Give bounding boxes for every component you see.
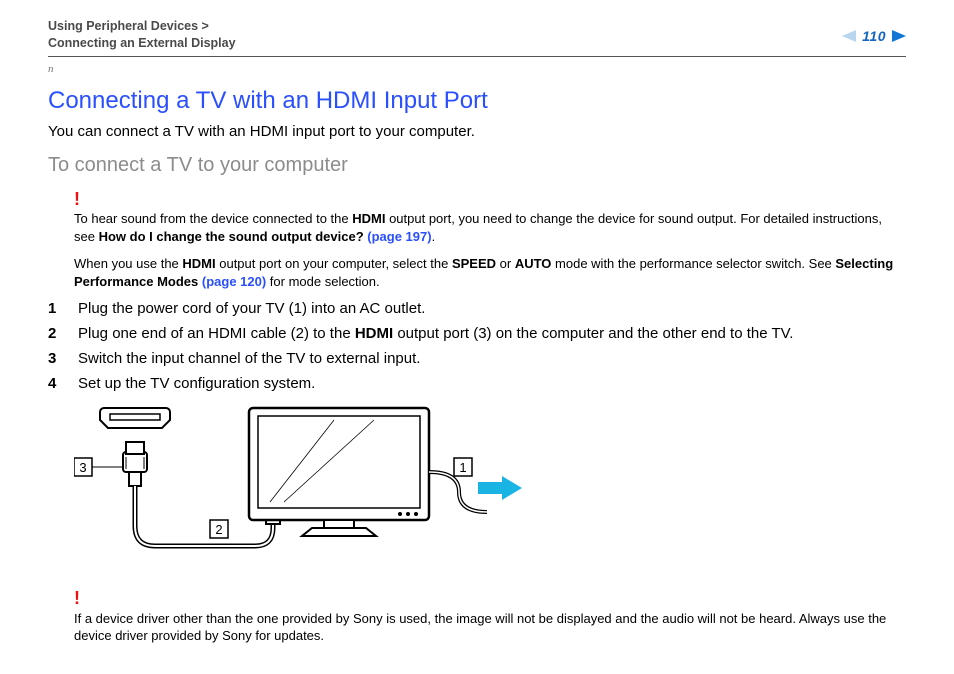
step-text: Plug one end of an HDMI cable (2) to the…	[78, 325, 793, 342]
step-number: 3	[48, 350, 62, 367]
section-subtitle: To connect a TV to your computer	[48, 154, 906, 177]
note1-text: To hear sound from the device connected …	[74, 211, 882, 244]
steps-list: 1 Plug the power cord of your TV (1) int…	[48, 300, 906, 392]
header-divider	[48, 56, 906, 57]
sound-output-note: ! To hear sound from the device connecte…	[74, 187, 906, 245]
driver-warning-note: ! If a device driver other than the one …	[74, 586, 906, 644]
callout-1: 1	[454, 458, 472, 476]
tv-icon	[249, 408, 429, 536]
breadcrumb-line2: Connecting an External Display	[48, 35, 236, 52]
breadcrumb-line1: Using Peripheral Devices >	[48, 18, 236, 35]
step-3: 3 Switch the input channel of the TV to …	[48, 350, 906, 367]
intro-text: You can connect a TV with an HDMI input …	[48, 123, 906, 140]
note3-text: If a device driver other than the one pr…	[74, 611, 886, 644]
page-content: Connecting a TV with an HDMI Input Port …	[0, 87, 954, 645]
power-arrow-icon	[478, 476, 522, 500]
next-page-arrow-icon[interactable]	[892, 30, 906, 42]
step-text: Plug the power cord of your TV (1) into …	[78, 300, 425, 317]
page-197-link[interactable]: (page 197)	[367, 229, 431, 244]
performance-mode-note: When you use the HDMI output port on you…	[74, 255, 906, 290]
hdmi-port-icon	[100, 408, 170, 428]
hdmi-plug-icon	[123, 442, 147, 486]
prev-page-arrow-icon[interactable]	[842, 30, 856, 42]
page-header: Using Peripheral Devices > Connecting an…	[0, 0, 954, 56]
n-marker: n	[48, 63, 906, 75]
page-120-link[interactable]: (page 120)	[202, 274, 266, 289]
connection-diagram: 3 2	[74, 402, 906, 582]
step-text: Set up the TV configuration system.	[78, 375, 315, 392]
page-nav: 110	[842, 18, 906, 44]
step-2: 2 Plug one end of an HDMI cable (2) to t…	[48, 325, 906, 342]
step-text: Switch the input channel of the TV to ex…	[78, 350, 420, 367]
step-number: 4	[48, 375, 62, 392]
warning-icon: !	[74, 189, 80, 209]
note2-text: When you use the HDMI output port on you…	[74, 256, 893, 289]
svg-text:1: 1	[459, 460, 466, 475]
callout-3: 3	[74, 458, 122, 476]
breadcrumb[interactable]: Using Peripheral Devices > Connecting an…	[48, 18, 236, 52]
svg-text:2: 2	[215, 522, 222, 537]
step-4: 4 Set up the TV configuration system.	[48, 375, 906, 392]
warning-icon: !	[74, 588, 80, 608]
page-title: Connecting a TV with an HDMI Input Port	[48, 87, 906, 115]
step-number: 1	[48, 300, 62, 317]
page-number: 110	[862, 28, 886, 44]
step-1: 1 Plug the power cord of your TV (1) int…	[48, 300, 906, 317]
svg-text:3: 3	[79, 460, 86, 475]
callout-2: 2	[210, 520, 228, 538]
step-number: 2	[48, 325, 62, 342]
